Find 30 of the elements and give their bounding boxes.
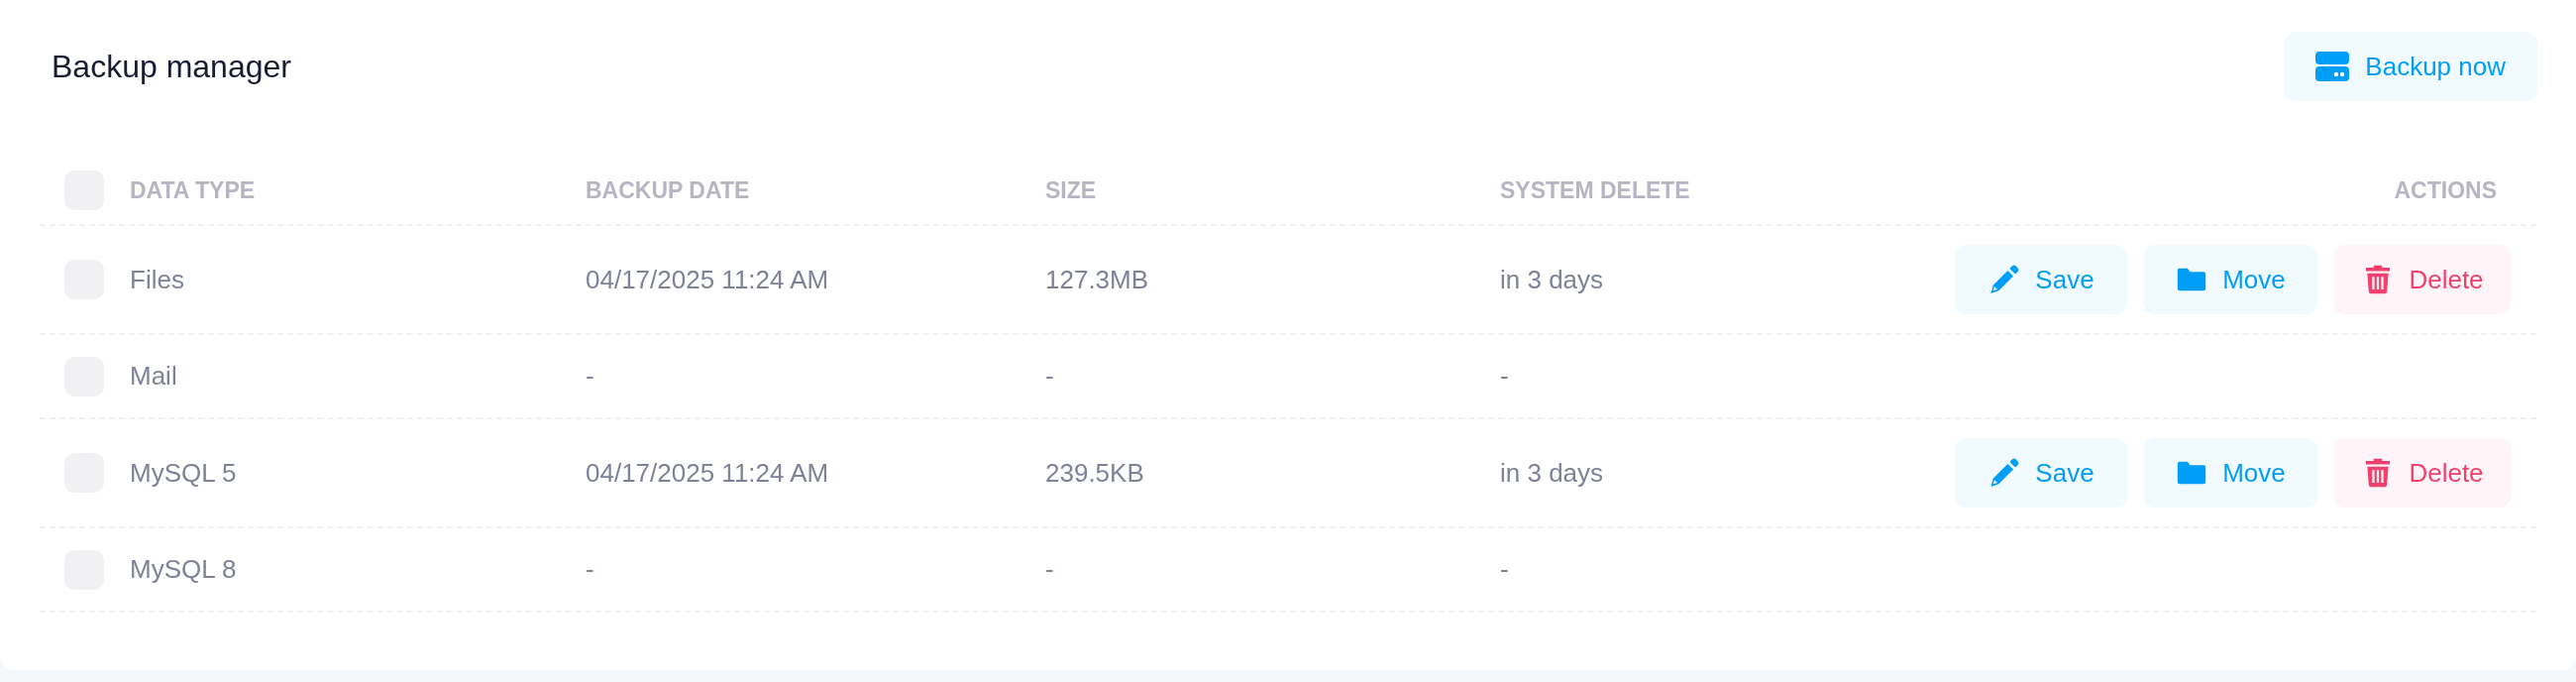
table-cell: - <box>586 554 594 584</box>
table-cell: in 3 days <box>1500 264 1604 294</box>
column-header: BACKUP DATE <box>586 176 750 203</box>
table-cell: 04/17/2025 11:24 AM <box>586 264 829 294</box>
page-title: Backup manager <box>52 48 291 86</box>
delete-button[interactable]: Delete <box>2333 438 2512 508</box>
table-cell: in 3 days <box>1500 457 1604 488</box>
table-cell: - <box>1500 361 1509 391</box>
table-cell: Files <box>130 264 184 294</box>
table-cell: 239.5KB <box>1045 457 1144 488</box>
table-cell: - <box>1045 554 1054 584</box>
table-cell: 04/17/2025 11:24 AM <box>586 457 829 488</box>
table-cell: MySQL 8 <box>130 554 237 584</box>
table-cell: - <box>586 361 594 391</box>
save-button[interactable]: Save <box>1955 245 2127 314</box>
column-header: SIZE <box>1045 176 1097 203</box>
column-header: SYSTEM DELETE <box>1500 176 1690 203</box>
table-cell: 127.3MB <box>1045 264 1149 294</box>
save-button[interactable]: Save <box>1955 438 2127 508</box>
hard-drive-icon <box>2315 52 2350 81</box>
backup-now-button[interactable]: Backup now <box>2284 32 2537 101</box>
move-button[interactable]: Move <box>2143 245 2317 314</box>
column-header: ACTIONS <box>2394 176 2497 203</box>
column-header: DATA TYPE <box>130 176 256 203</box>
table-cell: MySQL 5 <box>130 457 237 488</box>
table-cell: - <box>1500 554 1509 584</box>
move-button[interactable]: Move <box>2143 438 2317 508</box>
table-cell: - <box>1045 361 1054 391</box>
delete-button[interactable]: Delete <box>2333 245 2512 314</box>
table-cell: Mail <box>130 361 177 391</box>
